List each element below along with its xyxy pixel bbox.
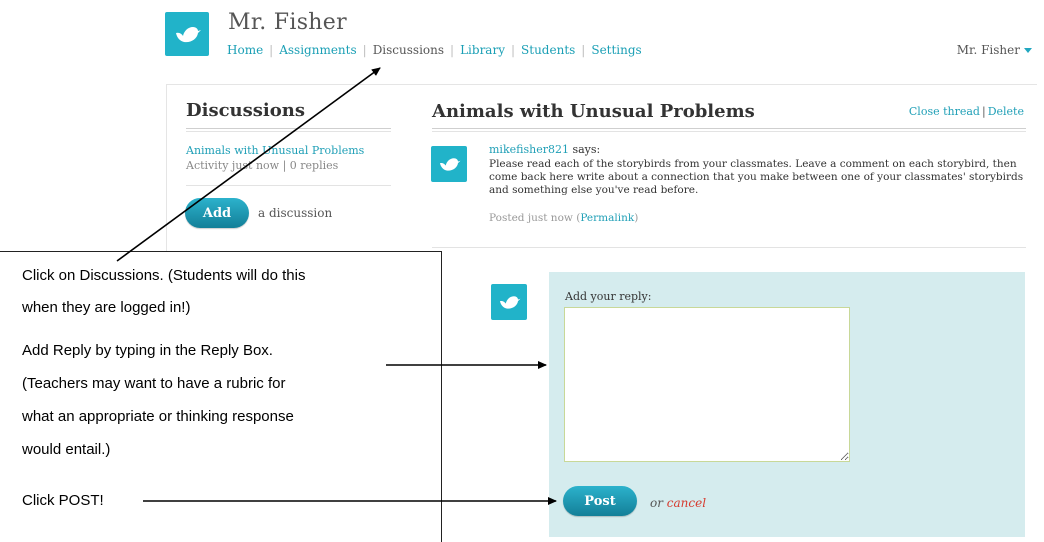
nav-assignments[interactable]: Assignments — [279, 43, 356, 57]
divider — [186, 185, 391, 186]
post-body: Please read each of the storybirds from … — [489, 158, 1024, 196]
close-thread-link[interactable]: Close thread — [909, 105, 980, 118]
divider — [432, 131, 1026, 132]
instruction-line: Click POST! — [22, 492, 104, 509]
nav-separator: | — [362, 43, 367, 57]
or-cancel: or cancel — [650, 496, 706, 510]
bird-icon — [500, 296, 521, 309]
add-discussion-label: a discussion — [258, 206, 333, 220]
nav-settings[interactable]: Settings — [591, 43, 641, 57]
author-avatar[interactable] — [431, 146, 467, 182]
thread-activity-meta: Activity just now | 0 replies — [186, 159, 339, 172]
delete-thread-link[interactable]: Delete — [988, 105, 1024, 118]
storybird-logo[interactable] — [165, 12, 209, 56]
post-button[interactable]: Post — [563, 486, 637, 516]
permalink-link[interactable]: Permalink — [580, 212, 634, 224]
user-menu[interactable]: Mr. Fisher — [957, 43, 1032, 57]
bird-icon — [176, 27, 201, 43]
nav-separator: | — [450, 43, 455, 57]
post-author-line: mikefisher821 says: — [489, 143, 600, 156]
instruction-line: would entail.) — [22, 441, 111, 458]
action-separator: | — [981, 105, 986, 118]
nav-library[interactable]: Library — [460, 43, 505, 57]
nav-discussions[interactable]: Discussions — [373, 43, 444, 57]
instruction-line: what an appropriate or thinking response — [22, 408, 294, 425]
main-nav: Home | Assignments | Discussions | Library | Stu… — [227, 43, 642, 57]
teacher-name-title: Mr. Fisher — [228, 10, 347, 35]
thread-actions: Close thread | Delete — [909, 105, 1024, 118]
thread-link[interactable]: Animals with Unusual Problems — [186, 144, 364, 157]
user-menu-label: Mr. Fisher — [956, 43, 1020, 57]
nav-separator: | — [510, 43, 516, 57]
chevron-down-icon — [1024, 48, 1032, 53]
author-name-link[interactable]: mikefisher821 — [489, 143, 569, 156]
nav-home[interactable]: Home — [227, 43, 263, 57]
posted-time: Posted just now — [489, 212, 573, 224]
divider — [432, 128, 1026, 129]
instruction-line: when they are logged in!) — [22, 299, 191, 316]
nav-separator: | — [581, 43, 586, 57]
reply-textarea[interactable] — [564, 307, 850, 462]
add-discussion-button[interactable]: Add — [185, 198, 249, 228]
instruction-line: Add Reply by typing in the Reply Box. — [22, 342, 273, 359]
instruction-line: Click on Discussions. (Students will do … — [22, 267, 306, 284]
sidebar-title: Discussions — [186, 100, 305, 121]
my-avatar — [491, 284, 527, 320]
nav-separator: | — [269, 43, 274, 57]
says-label: says: — [572, 143, 601, 156]
nav-students[interactable]: Students — [521, 43, 575, 57]
post-meta: Posted just now (Permalink) — [489, 212, 639, 224]
thread-title: Animals with Unusual Problems — [432, 101, 755, 122]
cancel-link[interactable]: cancel — [667, 496, 706, 510]
reply-label: Add your reply: — [565, 290, 652, 303]
divider — [186, 131, 391, 132]
divider — [432, 247, 1026, 248]
instruction-line: (Teachers may want to have a rubric for — [22, 375, 286, 392]
divider — [186, 128, 391, 129]
bird-icon — [440, 158, 461, 171]
or-label: or — [650, 496, 663, 510]
